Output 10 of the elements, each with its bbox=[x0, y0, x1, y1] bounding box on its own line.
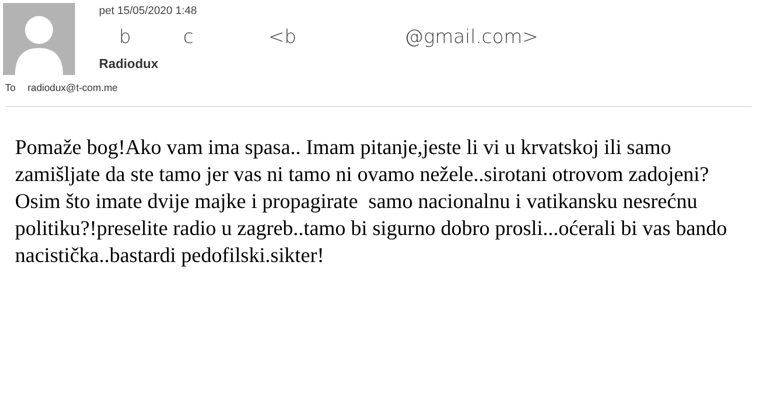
message-body: Pomaže bog!Ako vam ima spasa.. Imam pitanje,jeste li vi u krvatskoj ili samo zamišljate da ste tamo jer vas ni tamo ni ovamo nežele..sirotani otrovom zadojeni? Osim što imate dvije majke i propagirate samo nacionalnu i vatikansku nesrećnu politiku?!preselite radio u zagreb..tamo bi sigurno dobro prosli...oćerali bi vas bando nacistička..bastardi pedofilski.sikter! bbox=[15, 134, 728, 269]
sender-text: b bbox=[119, 25, 132, 50]
recipient-text: radiodux@t-com.me bbox=[28, 82, 118, 96]
sender-text: <b bbox=[268, 25, 296, 50]
avatar-icon bbox=[3, 3, 75, 75]
to-label: To bbox=[5, 82, 16, 96]
subject-text: Radiodux bbox=[99, 55, 160, 73]
sender-text: @gmail.com> bbox=[404, 25, 538, 50]
date-text: pet 15/05/2020 1:48 bbox=[99, 4, 198, 18]
sender-text: c bbox=[183, 25, 194, 50]
